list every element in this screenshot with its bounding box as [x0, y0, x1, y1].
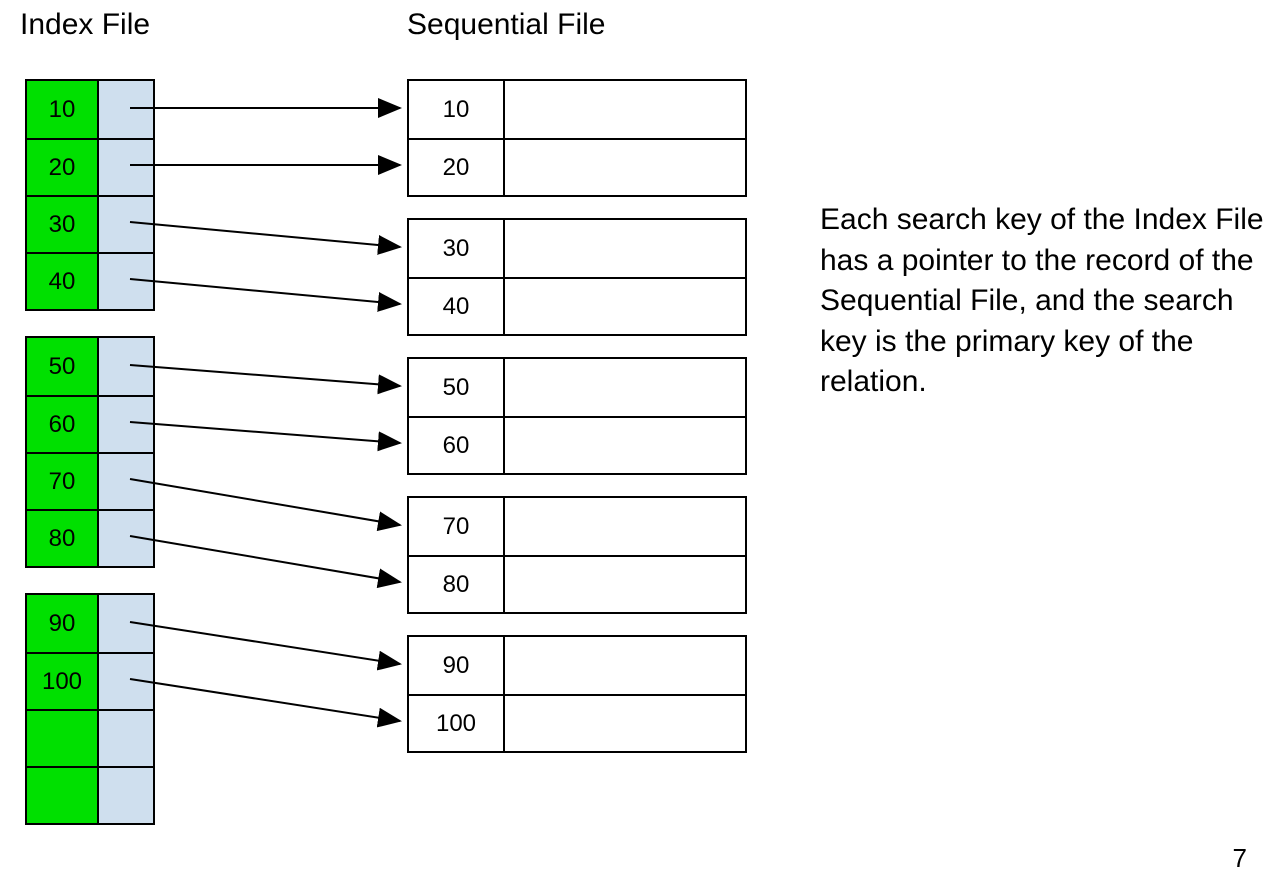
index-key-cell: 20 [27, 140, 99, 195]
sequential-data-cell [505, 359, 745, 416]
sequential-block: 1020 [407, 79, 747, 197]
sequential-key-cell: 90 [409, 637, 505, 694]
index-file-title: Index File [20, 8, 150, 42]
index-pointer-cell [99, 81, 153, 138]
pointer-arrow [130, 479, 400, 525]
index-key-cell: 50 [27, 338, 99, 395]
index-block: 50607080 [25, 336, 155, 568]
sequential-key-cell: 70 [409, 498, 505, 555]
pointer-arrow [130, 622, 400, 664]
index-key-cell: 10 [27, 81, 99, 138]
index-pointer-cell [99, 254, 153, 309]
sequential-data-cell [505, 637, 745, 694]
index-key-cell: 40 [27, 254, 99, 309]
index-key-cell: 80 [27, 511, 99, 566]
index-row: 10 [27, 81, 153, 138]
sequential-data-cell [505, 557, 745, 612]
index-pointer-cell [99, 140, 153, 195]
pointer-arrow [130, 365, 400, 386]
index-row: 50 [27, 338, 153, 395]
sequential-key-cell: 60 [409, 418, 505, 473]
pointer-arrow [130, 536, 400, 582]
sequential-row: 30 [409, 220, 745, 277]
index-block: 10203040 [25, 79, 155, 311]
pointer-arrow [130, 422, 400, 443]
sequential-row: 40 [409, 277, 745, 334]
sequential-row: 10 [409, 81, 745, 138]
sequential-row: 50 [409, 359, 745, 416]
sequential-key-cell: 30 [409, 220, 505, 277]
sequential-key-cell: 20 [409, 140, 505, 195]
index-row: 70 [27, 452, 153, 509]
index-key-cell: 30 [27, 197, 99, 252]
pointer-arrow [130, 222, 400, 247]
sequential-data-cell [505, 81, 745, 138]
index-pointer-cell [99, 768, 153, 823]
sequential-block: 3040 [407, 218, 747, 336]
sequential-row: 80 [409, 555, 745, 612]
sequential-row: 70 [409, 498, 745, 555]
sequential-block: 90100 [407, 635, 747, 753]
sequential-row: 100 [409, 694, 745, 751]
sequential-block: 5060 [407, 357, 747, 475]
index-pointer-cell [99, 595, 153, 652]
index-key-cell: 60 [27, 397, 99, 452]
index-row: 30 [27, 195, 153, 252]
index-key-cell: 70 [27, 454, 99, 509]
sequential-data-cell [505, 498, 745, 555]
index-pointer-cell [99, 454, 153, 509]
index-row: 100 [27, 652, 153, 709]
index-row [27, 766, 153, 823]
sequential-data-cell [505, 279, 745, 334]
index-key-cell: 100 [27, 654, 99, 709]
index-row: 80 [27, 509, 153, 566]
index-pointer-cell [99, 654, 153, 709]
sequential-data-cell [505, 220, 745, 277]
index-row [27, 709, 153, 766]
index-key-cell: 90 [27, 595, 99, 652]
index-row: 60 [27, 395, 153, 452]
sequential-row: 90 [409, 637, 745, 694]
sequential-key-cell: 80 [409, 557, 505, 612]
index-key-cell [27, 768, 99, 823]
index-key-cell [27, 711, 99, 766]
sequential-row: 60 [409, 416, 745, 473]
sequential-block: 7080 [407, 496, 747, 614]
pointer-arrow [130, 679, 400, 721]
sequential-data-cell [505, 418, 745, 473]
description-text: Each search key of the Index File has a … [820, 200, 1270, 403]
sequential-row: 20 [409, 138, 745, 195]
sequential-key-cell: 10 [409, 81, 505, 138]
index-pointer-cell [99, 197, 153, 252]
index-block: 90100 [25, 593, 155, 825]
sequential-key-cell: 40 [409, 279, 505, 334]
pointer-arrow [130, 279, 400, 304]
sequential-file-title: Sequential File [407, 8, 605, 42]
index-pointer-cell [99, 511, 153, 566]
sequential-key-cell: 100 [409, 696, 505, 751]
index-row: 40 [27, 252, 153, 309]
sequential-data-cell [505, 696, 745, 751]
index-pointer-cell [99, 711, 153, 766]
page-number: 7 [1233, 843, 1247, 874]
sequential-data-cell [505, 140, 745, 195]
index-pointer-cell [99, 397, 153, 452]
index-row: 90 [27, 595, 153, 652]
index-pointer-cell [99, 338, 153, 395]
sequential-key-cell: 50 [409, 359, 505, 416]
index-row: 20 [27, 138, 153, 195]
